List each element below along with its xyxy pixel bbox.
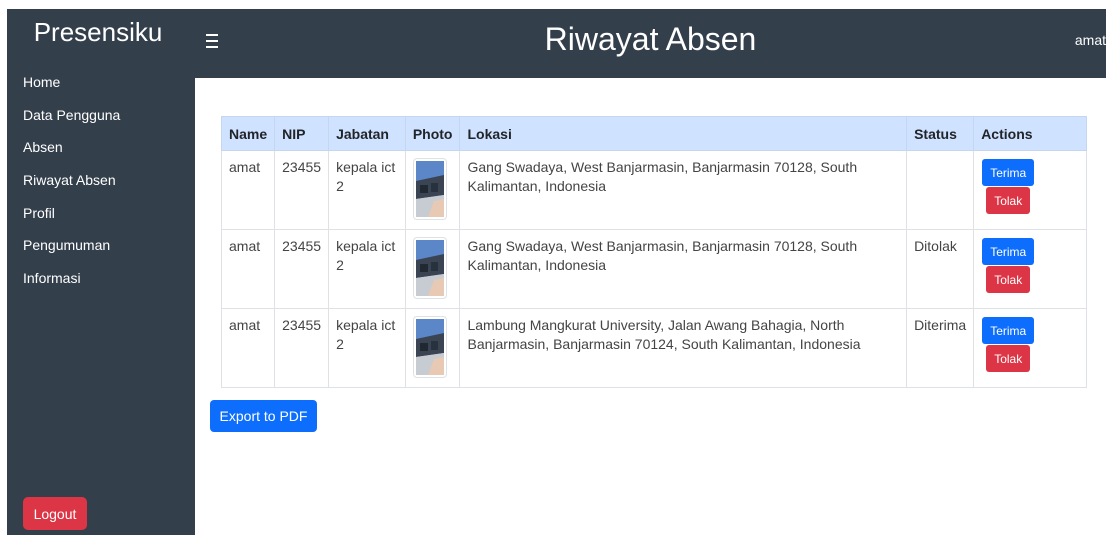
top-header: Riwayat Absen amat bbox=[195, 9, 1106, 78]
export-pdf-button[interactable]: Export to PDF bbox=[210, 400, 317, 432]
logout-button[interactable]: Logout bbox=[23, 497, 87, 530]
cell-photo bbox=[404, 150, 461, 230]
cell-jabatan: kepala ict 2 bbox=[328, 229, 406, 309]
cell-lokasi: Gang Swadaya, West Banjarmasin, Banjarma… bbox=[459, 150, 908, 230]
cell-photo bbox=[404, 308, 461, 388]
reject-button[interactable]: Tolak bbox=[986, 187, 1031, 214]
user-name: amat bbox=[1074, 32, 1106, 48]
table-header-row: Name NIP Jabatan Photo Lokasi Status Act… bbox=[220, 116, 1087, 151]
reject-button[interactable]: Tolak bbox=[986, 345, 1031, 372]
main-content: Name NIP Jabatan Photo Lokasi Status Act… bbox=[195, 78, 1106, 535]
attendance-history-table: Name NIP Jabatan Photo Lokasi Status Act… bbox=[220, 116, 1087, 388]
sidebar-item-riwayat-absen[interactable]: Riwayat Absen bbox=[7, 171, 195, 204]
column-header-jabatan: Jabatan bbox=[328, 116, 406, 151]
cell-status bbox=[906, 150, 975, 230]
photo-image bbox=[415, 161, 444, 217]
photo-image bbox=[415, 319, 444, 375]
cell-nip: 23455 bbox=[274, 150, 330, 230]
table-row: amat 23455 kepala ict 2 bbox=[220, 150, 1087, 230]
cell-status: Diterima bbox=[906, 308, 975, 388]
cell-status: Ditolak bbox=[906, 229, 975, 309]
photo-thumbnail[interactable] bbox=[412, 237, 447, 299]
column-header-actions: Actions bbox=[973, 116, 1087, 151]
accept-button[interactable]: Terima bbox=[982, 238, 1035, 265]
table-row: amat 23455 kepala ict 2 bbox=[220, 308, 1087, 388]
cell-jabatan: kepala ict 2 bbox=[328, 150, 406, 230]
column-header-nip: NIP bbox=[274, 116, 330, 151]
cell-lokasi: Gang Swadaya, West Banjarmasin, Banjarma… bbox=[459, 229, 908, 309]
column-header-lokasi: Lokasi bbox=[459, 116, 908, 151]
cell-nip: 23455 bbox=[274, 229, 330, 309]
sidebar-item-data-pengguna[interactable]: Data Pengguna bbox=[7, 106, 195, 139]
accept-button[interactable]: Terima bbox=[982, 317, 1035, 344]
photo-thumbnail[interactable] bbox=[412, 316, 447, 378]
page-title: Riwayat Absen bbox=[544, 21, 757, 57]
cell-actions: TerimaTolak bbox=[973, 308, 1087, 388]
photo-thumbnail[interactable] bbox=[412, 158, 447, 220]
photo-image bbox=[415, 240, 444, 296]
sidebar-item-pengumuman[interactable]: Pengumuman bbox=[7, 236, 195, 269]
cell-name: amat bbox=[220, 308, 276, 388]
table-row: amat 23455 kepala ict 2 bbox=[220, 229, 1087, 309]
cell-name: amat bbox=[220, 229, 276, 309]
app-window: Presensiku Home Data Pengguna Absen Riwa… bbox=[7, 9, 1106, 535]
sidebar-item-informasi[interactable]: Informasi bbox=[7, 269, 195, 302]
brand-logo: Presensiku bbox=[33, 17, 163, 47]
sidebar-item-profil[interactable]: Profil bbox=[7, 204, 195, 237]
sidebar: Presensiku Home Data Pengguna Absen Riwa… bbox=[7, 9, 195, 535]
cell-actions: TerimaTolak bbox=[973, 229, 1087, 309]
cell-actions: TerimaTolak bbox=[973, 150, 1087, 230]
cell-photo bbox=[404, 229, 461, 309]
accept-button[interactable]: Terima bbox=[982, 159, 1035, 186]
cell-nip: 23455 bbox=[274, 308, 330, 388]
sidebar-nav: Home Data Pengguna Absen Riwayat Absen P… bbox=[7, 73, 195, 302]
column-header-status: Status bbox=[906, 116, 975, 151]
cell-jabatan: kepala ict 2 bbox=[328, 308, 406, 388]
cell-lokasi: Lambung Mangkurat University, Jalan Awan… bbox=[459, 308, 908, 388]
sidebar-item-absen[interactable]: Absen bbox=[7, 138, 195, 171]
column-header-photo: Photo bbox=[404, 116, 461, 151]
sidebar-item-home[interactable]: Home bbox=[7, 73, 195, 106]
column-header-name: Name bbox=[220, 116, 276, 151]
reject-button[interactable]: Tolak bbox=[986, 266, 1031, 293]
cell-name: amat bbox=[220, 150, 276, 230]
